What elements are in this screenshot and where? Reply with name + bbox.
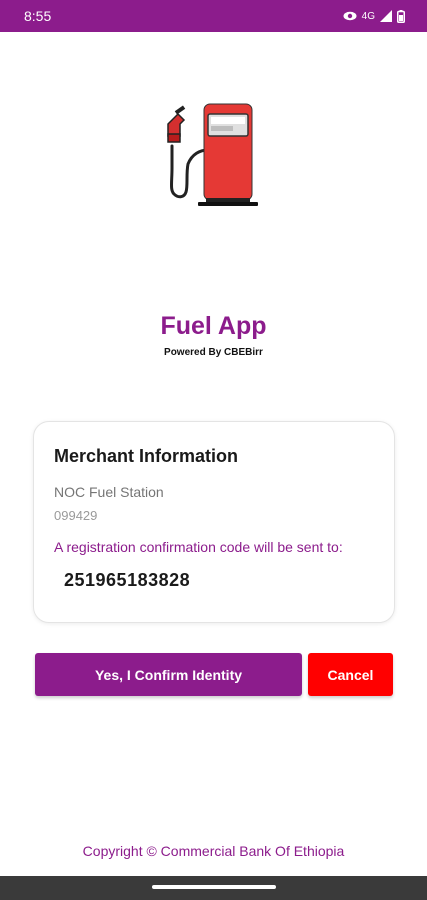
app-subtitle: Powered By CBEBirr (164, 347, 263, 358)
app-title: Fuel App (160, 312, 267, 340)
merchant-name: NOC Fuel Station (54, 484, 164, 500)
confirm-identity-button[interactable]: Yes, I Confirm Identity (35, 653, 302, 696)
copyright-text: Copyright © Commercial Bank Of Ethiopia (82, 843, 345, 859)
phone-number: 251965183828 (64, 570, 191, 590)
merchant-info-card: Merchant Information NOC Fuel Station 09… (33, 421, 395, 623)
status-icons: 4G (343, 9, 405, 23)
confirmation-note: A registration confirmation code will be… (54, 539, 343, 555)
merchant-id: 099429 (54, 508, 98, 520)
eye-icon (343, 11, 357, 21)
fuel-pump-icon (167, 103, 258, 206)
status-bar: 8:55 4G (0, 0, 427, 32)
signal-icon (380, 10, 392, 22)
status-time: 8:55 (24, 8, 52, 24)
cancel-button[interactable]: Cancel (308, 653, 393, 696)
network-type: 4G (361, 10, 375, 22)
card-title: Merchant Information (54, 446, 239, 466)
home-gesture-handle[interactable] (152, 885, 276, 889)
battery-icon (397, 9, 405, 23)
